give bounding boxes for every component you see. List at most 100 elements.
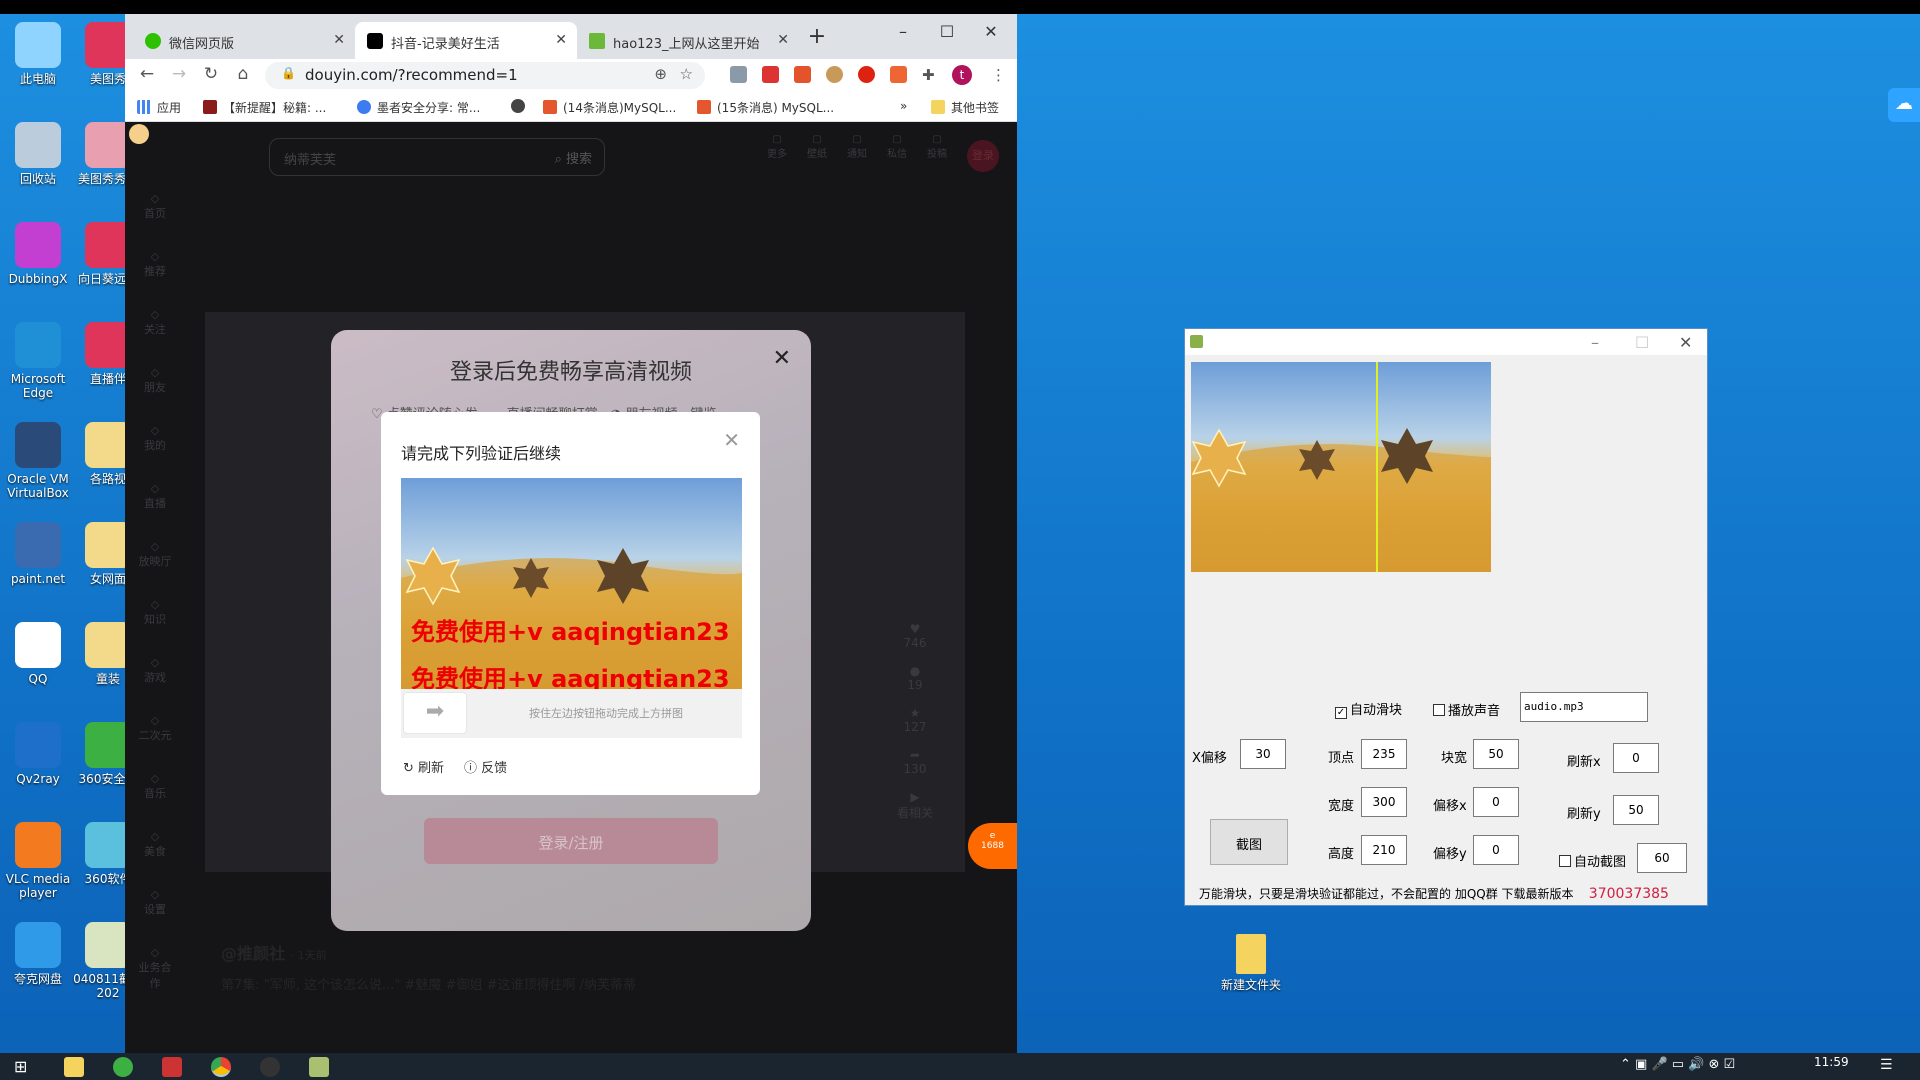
new-tab-button[interactable]: +: [802, 24, 832, 49]
bookmark-item[interactable]: [511, 99, 531, 114]
sidebar-item[interactable]: ◇ 业务合作: [135, 946, 175, 991]
bookmark-star-icon[interactable]: ☆: [680, 65, 693, 83]
sidebar-item[interactable]: ◇ 朋友: [135, 366, 175, 395]
sidebar-item[interactable]: ◇ 关注: [135, 308, 175, 337]
desktop-icon[interactable]: Qv2ray: [0, 722, 76, 786]
sidebar-item[interactable]: ◇ 美食: [135, 830, 175, 859]
desktop-icon[interactable]: 夸克网盘: [0, 922, 76, 986]
desktop-icon[interactable]: VLC media player: [0, 822, 76, 900]
search-button[interactable]: ⌕ 搜索: [555, 148, 592, 167]
sidebar-item[interactable]: ◇ 设置: [135, 888, 175, 917]
alibaba-1688-badge[interactable]: e 1688: [968, 823, 1017, 869]
header-action[interactable]: ▢ 更多: [759, 134, 795, 160]
top-input[interactable]: 235: [1361, 739, 1407, 769]
install-icon[interactable]: ⊕: [654, 65, 667, 83]
play-sound-checkbox[interactable]: 播放声音: [1433, 700, 1500, 719]
close-icon[interactable]: ✕: [773, 346, 791, 371]
bookmarks-overflow[interactable]: »: [900, 99, 907, 113]
refresh-button[interactable]: ↻ 刷新: [403, 757, 444, 776]
header-action[interactable]: ▢ 通知: [839, 134, 875, 160]
close-window-button[interactable]: ✕: [976, 22, 1006, 41]
qq-group-number[interactable]: 370037385: [1589, 886, 1669, 902]
sidebar-item[interactable]: ◇ 首页: [135, 192, 175, 221]
sidebar-item[interactable]: ◇ 放映厅: [135, 540, 175, 569]
slider-tool-taskbar-icon[interactable]: [309, 1057, 329, 1077]
video-author[interactable]: @推颜社 · 1天前: [221, 940, 327, 964]
refresh-x-input[interactable]: 0: [1613, 743, 1659, 773]
tab-hao123[interactable]: hao123_上网从这里开始 ✕: [577, 22, 799, 59]
desktop-icon[interactable]: paint.net: [0, 522, 76, 586]
shiba-floating-icon[interactable]: [129, 124, 149, 144]
desktop-folder[interactable]: 新建文件夹: [1213, 934, 1289, 992]
360-browser-icon[interactable]: [113, 1057, 133, 1077]
sidebar-item[interactable]: ◇ 二次元: [135, 714, 175, 743]
desktop-icon[interactable]: 此电脑: [0, 22, 76, 86]
profile-avatar[interactable]: t: [952, 65, 972, 85]
tab-wechat[interactable]: 微信网页版 ✕: [133, 22, 355, 59]
related-icon[interactable]: ▶: [885, 790, 945, 804]
cloud-sync-icon[interactable]: ☁: [1888, 88, 1920, 122]
width-input[interactable]: 300: [1361, 787, 1407, 817]
url-input[interactable]: 🔒 douyin.com/?recommend=1 ⊕ ☆: [265, 62, 705, 89]
share-icon[interactable]: ➦: [885, 748, 945, 762]
auto-capture-checkbox[interactable]: 自动截图: [1559, 851, 1626, 870]
close-button[interactable]: ✕: [1679, 333, 1692, 352]
app-icon[interactable]: [162, 1057, 182, 1077]
related-label[interactable]: 看相关: [885, 804, 945, 821]
desktop-icon[interactable]: 回收站: [0, 122, 76, 186]
search-input[interactable]: 纳蒂芙芙 ⌕ 搜索: [269, 138, 605, 176]
sidebar-item[interactable]: ◇ 知识: [135, 598, 175, 627]
auto-capture-interval-input[interactable]: 60: [1637, 843, 1687, 873]
chrome-icon[interactable]: [211, 1057, 231, 1077]
notifications-icon[interactable]: ☰: [1880, 1057, 1893, 1073]
other-bookmarks[interactable]: 其他书签: [931, 99, 999, 116]
header-action[interactable]: ▢ 壁纸: [799, 134, 835, 160]
extension-icon[interactable]: [794, 66, 811, 83]
desktop-icon[interactable]: DubbingX: [0, 222, 76, 286]
header-action[interactable]: ▢ 投稿: [919, 134, 955, 160]
close-tab-icon[interactable]: ✕: [333, 32, 345, 48]
file-explorer-icon[interactable]: [64, 1057, 84, 1077]
bookmark-item[interactable]: (14条消息)MySQL...: [543, 99, 676, 116]
header-action[interactable]: ▢ 私信: [879, 134, 915, 160]
sidebar-item[interactable]: ◇ 游戏: [135, 656, 175, 685]
sidebar-item[interactable]: ◇ 音乐: [135, 772, 175, 801]
minimize-button[interactable]: –: [1591, 333, 1599, 352]
desktop-icon[interactable]: QQ: [0, 622, 76, 686]
height-input[interactable]: 210: [1361, 835, 1407, 865]
login-register-button[interactable]: 登录/注册: [424, 818, 718, 864]
back-icon[interactable]: ←: [135, 64, 159, 84]
like-icon[interactable]: ♥: [885, 622, 945, 636]
comment-icon[interactable]: ●: [885, 664, 945, 678]
windows-start-icon[interactable]: ⊞: [14, 1057, 34, 1077]
block-width-input[interactable]: 50: [1473, 739, 1519, 769]
sidebar-item[interactable]: ◇ 直播: [135, 482, 175, 511]
maximize-button[interactable]: ☐: [1635, 333, 1649, 352]
login-button[interactable]: 登录: [967, 140, 999, 172]
x-offset-input[interactable]: 30: [1240, 739, 1286, 769]
extension-icon[interactable]: [762, 66, 779, 83]
bookmark-item[interactable]: 【新提醒】秘籍: ...: [203, 99, 326, 116]
desktop-icon[interactable]: Oracle VM VirtualBox: [0, 422, 76, 500]
shiba-extension-icon[interactable]: [826, 66, 843, 83]
favorite-icon[interactable]: ★: [885, 706, 945, 720]
feedback-button[interactable]: ⓘ 反馈: [464, 757, 507, 776]
extension-icon[interactable]: [858, 66, 875, 83]
slider-handle[interactable]: ➡: [403, 692, 467, 734]
refresh-y-input[interactable]: 50: [1613, 795, 1659, 825]
menu-kebab-icon[interactable]: ⋮: [991, 66, 1008, 84]
bookmark-apps[interactable]: 应用: [137, 99, 181, 116]
bookmark-item[interactable]: 墨者安全分享: 常...: [357, 99, 480, 116]
clock[interactable]: 11:59: [1814, 1055, 1849, 1069]
offset-y-input[interactable]: 0: [1473, 835, 1519, 865]
close-tab-icon[interactable]: ✕: [777, 32, 789, 48]
capture-button[interactable]: 截图: [1210, 819, 1288, 865]
sidebar-item[interactable]: ◇ 推荐: [135, 250, 175, 279]
forward-icon[interactable]: →: [167, 64, 191, 84]
maximize-button[interactable]: ☐: [932, 22, 962, 41]
bookmark-item[interactable]: (15条消息) MySQL...: [697, 99, 834, 116]
tab-douyin[interactable]: 抖音-记录美好生活 ✕: [355, 22, 577, 59]
reload-icon[interactable]: ↻: [199, 64, 223, 84]
auto-slide-checkbox[interactable]: ✓ 自动滑块: [1335, 699, 1402, 719]
extension-icon[interactable]: [890, 66, 907, 83]
